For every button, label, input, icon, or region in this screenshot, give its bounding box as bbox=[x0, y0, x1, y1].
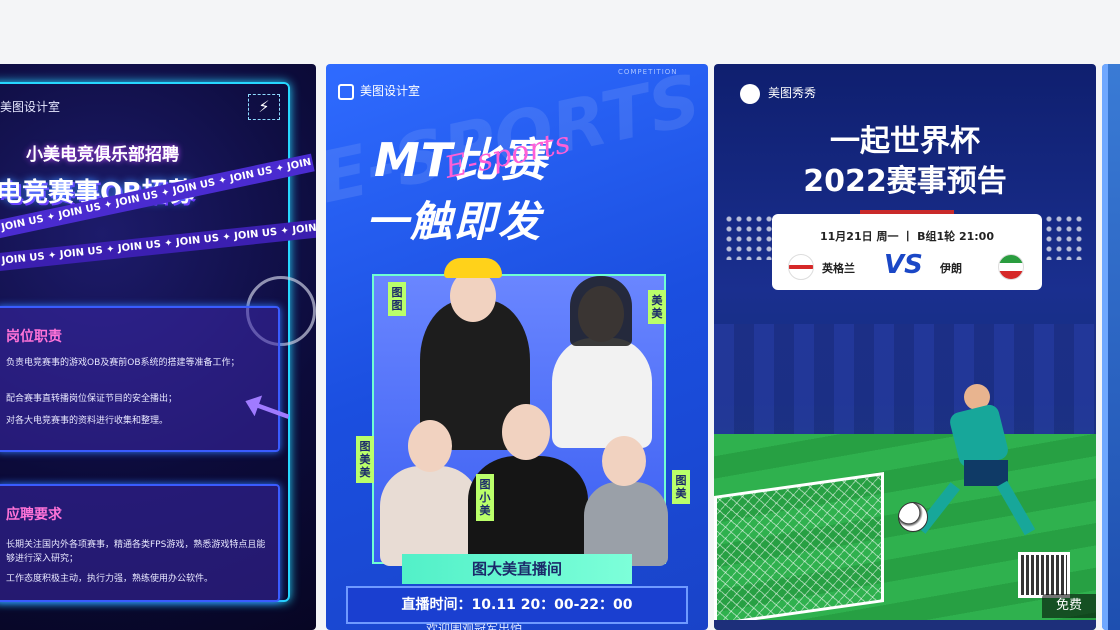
match-date: 11月21日 周一 丨 B组1轮 21:00 bbox=[820, 230, 994, 243]
duty-line: 对各大电竞赛事的资料进行收集和整理。 bbox=[6, 416, 169, 426]
welcome-text: 欢迎围观冠军出炉 bbox=[426, 622, 523, 630]
vs-label: VS bbox=[884, 250, 923, 280]
player-leg bbox=[996, 480, 1036, 536]
player-tag: 美美 bbox=[648, 290, 666, 324]
player-figure bbox=[380, 466, 480, 566]
player-hair bbox=[570, 276, 632, 346]
team-right: 伊朗 bbox=[940, 262, 962, 275]
poster-subtitle: 小美电竞俱乐部招聘 bbox=[26, 145, 179, 165]
requirements-panel: 应聘要求 长期关注国内外各项赛事，精通各类FPS游戏，熟悉游戏特点且能够进行深入… bbox=[0, 484, 280, 602]
player-tag: 图图 bbox=[388, 282, 406, 316]
goal-net bbox=[714, 472, 884, 626]
requirement-line: 长期关注国内外各项赛事，精通各类FPS游戏，熟悉游戏特点且能够进行深入研究； bbox=[6, 540, 266, 564]
brand-label: 美图设计室 bbox=[338, 82, 420, 100]
yellow-cap bbox=[444, 258, 502, 278]
player-shorts bbox=[964, 460, 1008, 486]
duty-line: 负责电竞赛事的游戏OB及赛前OB系统的搭建等准备工作； bbox=[6, 358, 240, 368]
brand-label: 美图设计室 bbox=[0, 100, 61, 114]
duties-title: 岗位职责 bbox=[6, 329, 62, 345]
template-card-esports-recruit[interactable]: 美图设计室 ⚡ 小美电竞俱乐部招聘 电竞赛事OB招募 ✦ JOIN US ✦ J… bbox=[0, 64, 316, 630]
headline-line1: 一起世界杯 bbox=[830, 124, 980, 159]
top-bar bbox=[0, 0, 1120, 64]
template-card-world-cup[interactable]: 美图秀秀 一起世界杯 2022赛事预告 11月21日 周一 丨 B组1轮 21:… bbox=[714, 64, 1096, 630]
soccer-player-illustration bbox=[916, 384, 1044, 544]
player-photo bbox=[372, 258, 668, 566]
brand-text: 美图设计室 bbox=[360, 84, 421, 98]
meitu-logo-icon bbox=[338, 83, 354, 100]
brand-label: 美图秀秀 bbox=[768, 86, 817, 100]
qr-code-icon bbox=[1018, 552, 1070, 598]
meitu-xiuxiu-logo-icon bbox=[740, 84, 760, 104]
player-figure bbox=[552, 338, 652, 448]
card-bottom-strip bbox=[714, 620, 1096, 630]
match-card: 11月21日 周一 丨 B组1轮 21:00 英格兰 VS 伊朗 bbox=[772, 214, 1042, 290]
template-card-mt-competition[interactable]: E-SPORTS COMPETITION 美图设计室 MT比赛 E-sports… bbox=[326, 64, 708, 630]
duties-panel: 岗位职责 负责电竞赛事的游戏OB及赛前OB系统的搭建等准备工作； 配合赛事直转播… bbox=[0, 306, 280, 452]
team-left: 英格兰 bbox=[822, 262, 855, 275]
duty-line: 配合赛事直转播岗位保证节目的安全播出； bbox=[6, 394, 178, 404]
headline-line2: 2022赛事预告 bbox=[803, 164, 1007, 199]
live-room-label: 图大美直播间 bbox=[402, 554, 632, 584]
lightning-icon: ⚡ bbox=[248, 94, 280, 120]
template-carousel: 美图设计室 ⚡ 小美电竞俱乐部招聘 电竞赛事OB招募 ✦ JOIN US ✦ J… bbox=[0, 64, 1120, 630]
requirements-title: 应聘要求 bbox=[6, 507, 62, 523]
broadcast-time: 直播时间：10.11 20：00-22：00 bbox=[346, 586, 688, 624]
player-face bbox=[502, 404, 550, 460]
player-tag: 图美 bbox=[672, 470, 690, 504]
poster-title-line2: 一触即发 bbox=[366, 197, 543, 246]
player-face bbox=[408, 420, 452, 472]
competition-label: COMPETITION bbox=[618, 68, 678, 76]
template-card-partial[interactable] bbox=[1102, 64, 1120, 630]
player-face bbox=[602, 436, 646, 486]
requirement-line: 工作态度积极主动，执行力强，熟练使用办公软件。 bbox=[6, 574, 214, 584]
england-flag-icon bbox=[788, 254, 814, 280]
soccer-ball-icon bbox=[898, 502, 928, 532]
iran-flag-icon bbox=[998, 254, 1024, 280]
free-badge: 免费 bbox=[1042, 594, 1096, 618]
player-tag: 图美美 bbox=[356, 436, 374, 483]
player-tag: 图小美 bbox=[476, 474, 494, 521]
card-edge bbox=[1102, 64, 1108, 630]
